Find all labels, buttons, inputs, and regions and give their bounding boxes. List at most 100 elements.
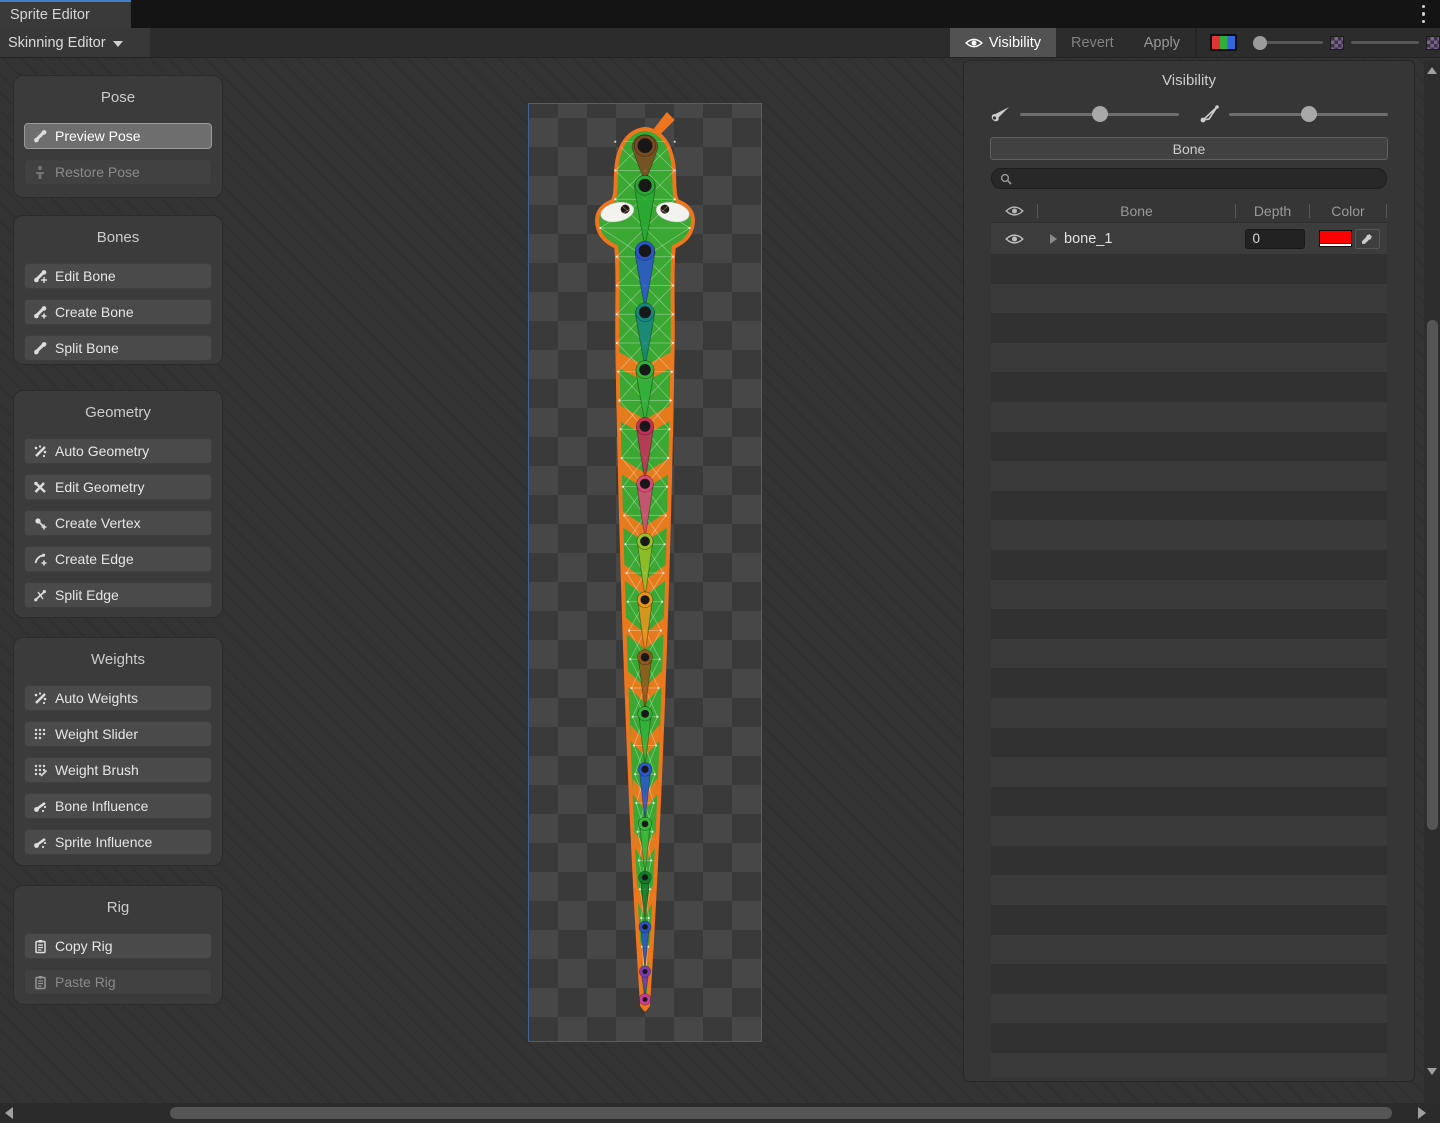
scroll-right-arrow-icon[interactable] — [1418, 1107, 1426, 1119]
split-edge-button[interactable]: Split Edge — [24, 582, 212, 608]
vertical-scrollbar[interactable] — [1424, 60, 1440, 1103]
edge-plus-icon — [33, 552, 48, 567]
clipboard-icon — [33, 975, 48, 990]
revert-button[interactable]: Revert — [1056, 28, 1129, 57]
column-separator — [1386, 204, 1387, 218]
empty-bone-row — [991, 402, 1387, 432]
alpha-checker-icon — [1426, 36, 1440, 50]
empty-bone-row — [991, 372, 1387, 402]
bone-search-input[interactable] — [1017, 170, 1378, 187]
sprite-opacity-slider-knob[interactable] — [1253, 36, 1267, 50]
empty-bone-row — [991, 935, 1387, 965]
bone-move-icon — [33, 269, 48, 284]
rig-panel-title: Rig — [14, 898, 222, 917]
create-edge-button[interactable]: Create Edge — [24, 546, 212, 572]
skinning-editor-dropdown-label: Skinning Editor — [8, 35, 106, 51]
eyedropper-button[interactable] — [1355, 229, 1380, 249]
scroll-down-arrow-icon[interactable] — [1427, 1068, 1437, 1075]
empty-bone-row — [991, 905, 1387, 935]
empty-bone-row — [991, 550, 1387, 580]
depth-column-header[interactable]: Depth — [1236, 203, 1309, 219]
visibility-button-label: Visibility — [989, 35, 1041, 51]
weight-brush-button[interactable]: Weight Brush — [24, 757, 212, 783]
bone-name: bone_1 — [1064, 231, 1112, 247]
edit-bone-button[interactable]: Edit Bone — [24, 263, 212, 289]
expand-arrow-icon[interactable] — [1050, 234, 1057, 244]
edit-geometry-button[interactable]: Edit Geometry — [24, 474, 212, 500]
bone-tab[interactable]: Bone — [990, 137, 1388, 160]
sprite-editor-tab-label: Sprite Editor — [10, 7, 90, 23]
auto-geometry-button[interactable]: Auto Geometry — [24, 438, 212, 464]
bone-color-swatch[interactable] — [1319, 230, 1352, 247]
empty-bone-row — [991, 639, 1387, 669]
preview-pose-button[interactable]: Preview Pose — [24, 123, 212, 149]
sprite-canvas[interactable] — [528, 103, 762, 1042]
create-edge-button-label: Create Edge — [55, 551, 134, 567]
split-bone-button[interactable]: Split Bone — [24, 335, 212, 361]
vertical-scrollbar-thumb[interactable] — [1427, 320, 1438, 830]
horizontal-scrollbar[interactable] — [0, 1103, 1440, 1123]
skinning-editor-dropdown[interactable]: Skinning Editor — [0, 28, 150, 57]
weight-slider-button-label: Weight Slider — [55, 726, 138, 742]
color-column-header[interactable]: Color — [1310, 203, 1386, 219]
restore-pose-button[interactable]: Restore Pose — [24, 159, 212, 185]
empty-bone-row — [991, 787, 1387, 817]
bone-dots-icon — [33, 835, 48, 850]
mesh-opacity-slider[interactable] — [1351, 41, 1419, 44]
dot-grid-icon — [33, 727, 48, 742]
sprite-editor-tab[interactable]: Sprite Editor — [0, 0, 131, 28]
rgb-channels-button[interactable] — [1210, 34, 1237, 51]
create-bone-button[interactable]: Create Bone — [24, 299, 212, 325]
create-vertex-button-label: Create Vertex — [55, 515, 141, 531]
restore-pose-button-label: Restore Pose — [55, 164, 140, 180]
paste-rig-button[interactable]: Paste Rig — [24, 969, 212, 995]
empty-bone-row — [991, 609, 1387, 639]
sprite-influence-button[interactable]: Sprite Influence — [24, 829, 212, 855]
bone-table-row[interactable]: bone_1 — [991, 223, 1387, 254]
magic-dots-icon — [33, 444, 48, 459]
bones-panel: BonesEdit BoneCreate BoneSplit Bone — [13, 215, 223, 365]
rig-panel: Rig Copy Rig Paste Rig — [13, 885, 223, 1005]
bone-opacity-slider[interactable] — [1020, 113, 1179, 116]
geometry-panel: GeometryAuto GeometryEdit GeometryCreate… — [13, 390, 223, 618]
copy-rig-button[interactable]: Copy Rig — [24, 933, 212, 959]
clipboard-icon — [33, 939, 48, 954]
mesh-opacity-slider[interactable] — [1229, 113, 1388, 116]
bone-influence-button[interactable]: Bone Influence — [24, 793, 212, 819]
empty-bone-row — [991, 964, 1387, 994]
bone-search-box[interactable] — [991, 168, 1387, 189]
scroll-left-arrow-icon[interactable] — [5, 1107, 13, 1119]
copy-rig-button-label: Copy Rig — [55, 938, 113, 954]
bone-table-header: Bone Depth Color — [991, 199, 1387, 223]
auto-weights-button[interactable]: Auto Weights — [24, 685, 212, 711]
scroll-up-arrow-icon[interactable] — [1427, 67, 1437, 74]
bone-opacity-slider-knob[interactable] — [1092, 106, 1108, 122]
weight-slider-button[interactable]: Weight Slider — [24, 721, 212, 747]
magic-dots-icon — [33, 691, 48, 706]
bone-opacity-icon — [990, 105, 1012, 123]
create-vertex-button[interactable]: Create Vertex — [24, 510, 212, 536]
weights-panel: WeightsAuto WeightsWeight SliderWeight B… — [13, 637, 223, 866]
bone-influence-button-label: Bone Influence — [55, 798, 148, 814]
eye-icon — [965, 37, 983, 49]
mesh-opacity-slider-knob[interactable] — [1301, 106, 1317, 122]
empty-bone-row — [991, 668, 1387, 698]
sprite-opacity-slider[interactable] — [1255, 41, 1323, 44]
empty-bone-row — [991, 1053, 1387, 1077]
visibility-toggle-button[interactable]: Visibility — [950, 28, 1056, 57]
chevron-down-icon — [113, 41, 123, 47]
bone-split-icon — [33, 341, 48, 356]
depth-input[interactable] — [1245, 229, 1305, 249]
eye-column-icon[interactable] — [1005, 205, 1024, 217]
create-bone-button-label: Create Bone — [55, 304, 134, 320]
bone-column-header[interactable]: Bone — [1038, 203, 1235, 219]
snake-sprite[interactable] — [529, 104, 761, 1041]
person-icon — [33, 165, 48, 180]
bone-dots-icon — [33, 799, 48, 814]
kebab-menu-icon[interactable] — [1422, 5, 1426, 23]
row-visibility-eye-icon[interactable] — [1005, 233, 1024, 245]
auto-weights-button-label: Auto Weights — [55, 690, 138, 706]
apply-button[interactable]: Apply — [1129, 28, 1195, 57]
dot-brush-icon — [33, 763, 48, 778]
horizontal-scrollbar-thumb[interactable] — [170, 1107, 1392, 1119]
